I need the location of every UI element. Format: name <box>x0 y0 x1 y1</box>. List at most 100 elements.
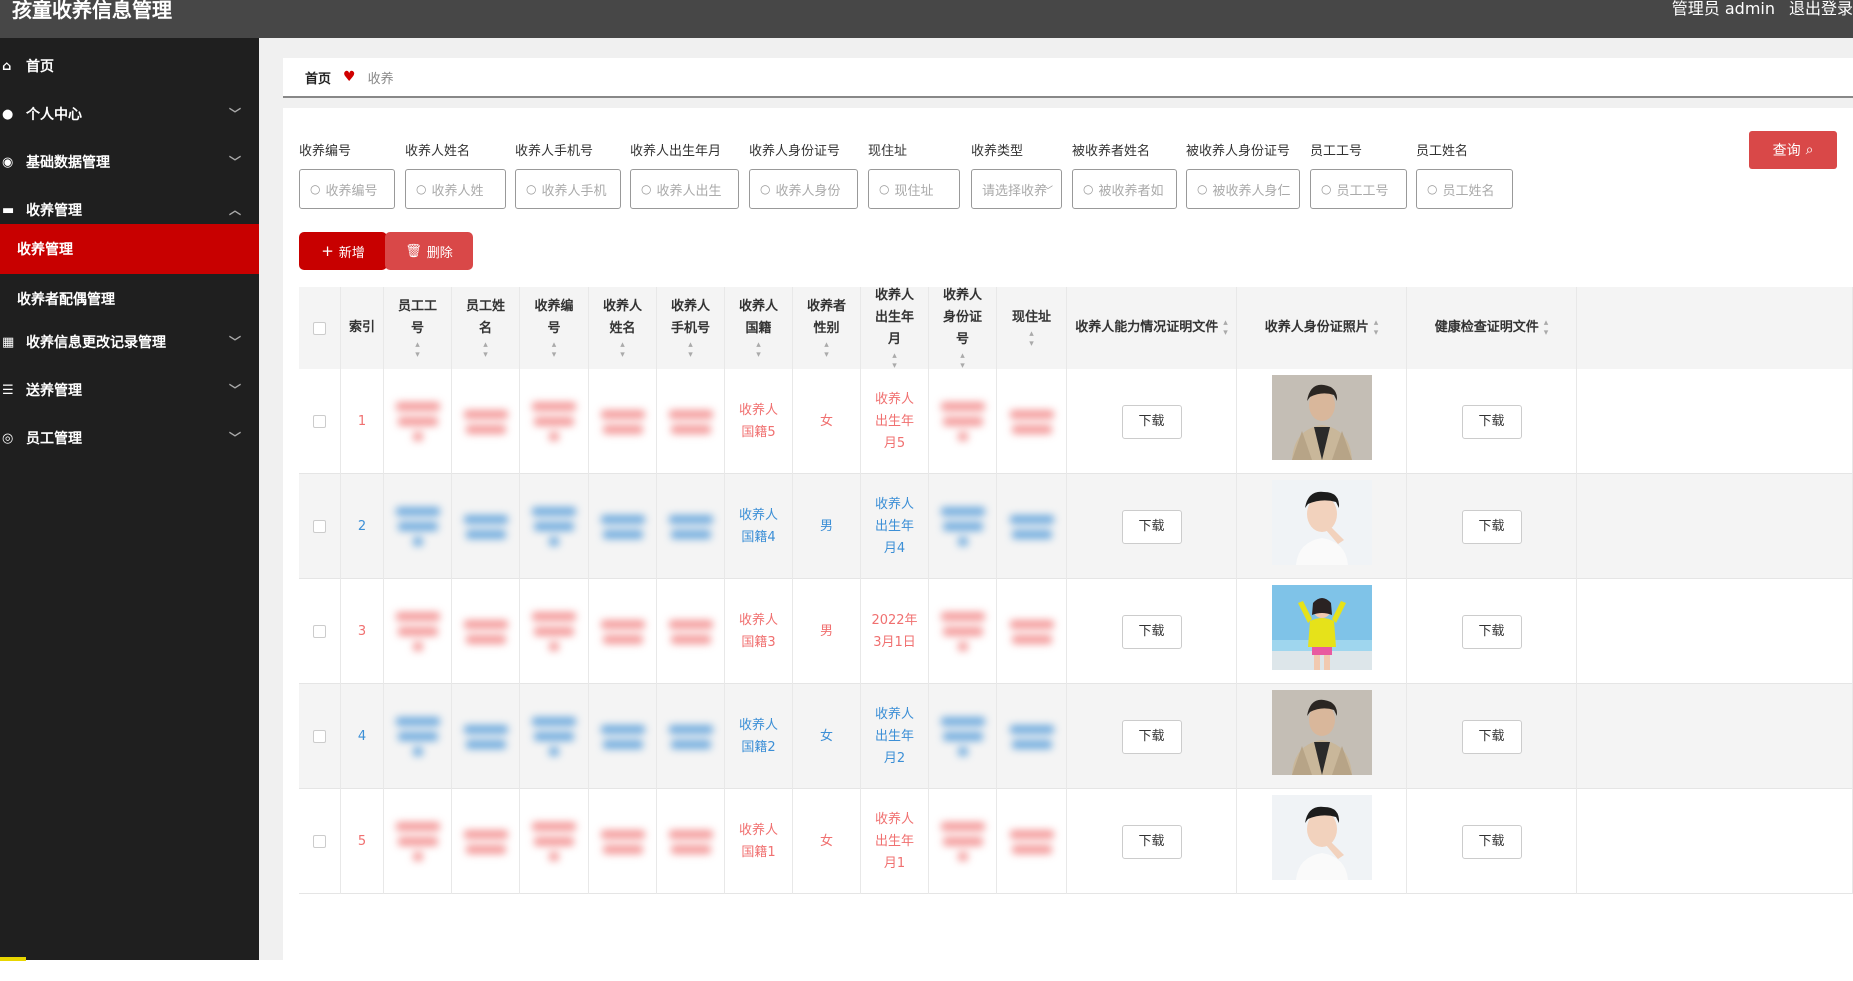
sort-icon[interactable]: ▴ ▾ <box>688 340 693 360</box>
sort-icon[interactable]: ▴ ▾ <box>620 340 625 360</box>
column-header-label: 收养人身份证照片 <box>1264 320 1369 335</box>
column-header[interactable]: 收养人手机号 ▴ ▾ <box>657 287 725 369</box>
search-label: 被收养人身份证号 <box>1186 144 1291 159</box>
cell-gender: 女 <box>793 789 861 894</box>
row-checkbox[interactable] <box>313 625 326 638</box>
column-header-label: 收养人出生年月 <box>874 288 914 347</box>
redacted-value <box>600 614 645 650</box>
user-icon: ● <box>2 106 14 122</box>
column-header[interactable]: 收养人身份证号 ▴ ▾ <box>929 287 997 371</box>
sort-icon[interactable]: ▴ ▾ <box>552 340 557 360</box>
sidebar-item-staff[interactable]: ◎ 员工管理 ﹀ <box>0 410 259 466</box>
redacted-value <box>463 404 508 440</box>
download-button[interactable]: 下载 <box>1121 404 1182 439</box>
cell-redacted <box>384 474 452 579</box>
search-input[interactable]: ○ 收养人姓 <box>405 169 506 209</box>
delete-button[interactable]: 🗑 删除 <box>385 232 473 270</box>
column-header[interactable]: 收养编号 ▴ ▾ <box>520 287 589 369</box>
cell-empty <box>1577 474 1853 579</box>
search-input[interactable]: ○ 员工工号 <box>1310 169 1407 209</box>
id-photo[interactable] <box>1271 480 1372 573</box>
table-row[interactable]: 3 收养人国籍3 男 2022年3月1日 下载 下载 <box>299 579 1853 684</box>
column-header-label: 索引 <box>348 320 375 335</box>
cell-id-photo <box>1237 789 1407 894</box>
column-header[interactable]: 现住址 ▴ ▾ <box>997 287 1067 369</box>
cell-nationality: 收养人国籍1 <box>725 789 793 894</box>
redacted-value <box>668 404 713 440</box>
column-header[interactable]: 收养者性别 ▴ ▾ <box>793 287 861 369</box>
column-header-label: 员工工号 <box>397 299 437 336</box>
sort-icon[interactable]: ▴ ▾ <box>960 351 965 371</box>
download-button[interactable]: 下载 <box>1121 719 1182 754</box>
logout-link[interactable]: 退出登录 <box>1789 0 1853 18</box>
download-button[interactable]: 下载 <box>1461 404 1522 439</box>
column-header[interactable]: 索引 <box>341 287 384 369</box>
sort-icon[interactable]: ▴ ▾ <box>824 340 829 360</box>
table-row[interactable]: 1 收养人国籍5 女收养人出生年月5 下载 下载 <box>299 369 1853 474</box>
redacted-value <box>395 816 440 867</box>
column-header[interactable]: 收养人出生年月 ▴ ▾ <box>861 287 929 371</box>
sort-icon[interactable]: ▴ ▾ <box>1544 318 1549 338</box>
table-row[interactable]: 4 收养人国籍2 女收养人出生年月2 下载 下载 <box>299 684 1853 789</box>
cell-id-photo <box>1237 684 1407 789</box>
column-header[interactable]: 收养人身份证照片 ▴ ▾ <box>1237 287 1407 369</box>
column-header[interactable]: 员工姓名 ▴ ▾ <box>452 287 520 369</box>
search-input[interactable]: ○ 收养人手机 <box>515 169 621 209</box>
chevron-down-icon: ﹀ <box>1043 186 1053 197</box>
search-label: 员工姓名 <box>1416 144 1469 159</box>
breadcrumb-home[interactable]: 首页 <box>305 68 331 87</box>
sort-icon[interactable]: ▴ ▾ <box>892 351 897 371</box>
search-input[interactable]: ○ 收养编号 <box>299 169 395 209</box>
column-header-actions <box>1577 287 1853 369</box>
download-button[interactable]: 下载 <box>1121 509 1182 544</box>
id-photo[interactable] <box>1271 375 1372 468</box>
column-header[interactable]: 收养人姓名 ▴ ▾ <box>589 287 657 369</box>
row-checkbox[interactable] <box>313 835 326 848</box>
column-header[interactable]: 员工工号 ▴ ▾ <box>384 287 452 369</box>
column-header-label: 收养人国籍 <box>738 299 778 336</box>
column-header[interactable]: 收养人能力情况证明文件 ▴ ▾ <box>1067 287 1237 369</box>
row-checkbox[interactable] <box>313 415 326 428</box>
column-header[interactable]: 健康检查证明文件 ▴ ▾ <box>1407 287 1577 369</box>
column-header[interactable]: 收养人国籍 ▴ ▾ <box>725 287 793 369</box>
cell-redacted <box>657 789 725 894</box>
table-row[interactable]: 5 收养人国籍1 女收养人出生年月1 下载 下载 <box>299 789 1853 894</box>
id-photo[interactable] <box>1271 795 1372 888</box>
download-button[interactable]: 下载 <box>1121 614 1182 649</box>
id-photo[interactable] <box>1271 690 1372 783</box>
query-button[interactable]: 查询 ⌕ <box>1749 131 1837 169</box>
download-button[interactable]: 下载 <box>1461 719 1522 754</box>
add-button[interactable]: + 新增 <box>299 232 387 270</box>
cell-redacted <box>657 369 725 474</box>
search-input[interactable]: ○ 收养人出生 <box>630 169 739 209</box>
select-all-checkbox[interactable] <box>313 321 326 335</box>
search-input[interactable]: ○ 被收养人身仁 <box>1186 169 1300 209</box>
sidebar-subitem-adoption-management[interactable]: 收养管理 <box>0 224 259 274</box>
download-button[interactable]: 下载 <box>1121 824 1182 859</box>
download-button[interactable]: 下载 <box>1461 824 1522 859</box>
cell-index: 3 <box>341 579 384 684</box>
heart-icon: ♥ <box>343 69 356 85</box>
search-input[interactable]: ○ 被收养者如 <box>1072 169 1177 209</box>
search-input[interactable]: ○ 收养人身份 <box>749 169 858 209</box>
search-input[interactable]: ○ 员工姓名 <box>1416 169 1513 209</box>
search-icon: ○ <box>416 182 427 196</box>
download-button[interactable]: 下载 <box>1461 614 1522 649</box>
row-checkbox[interactable] <box>313 730 326 743</box>
search-input[interactable]: ○ 现住址 <box>868 169 960 209</box>
row-checkbox[interactable] <box>313 520 326 533</box>
column-header-label: 收养人姓名 <box>602 299 642 336</box>
sort-icon[interactable]: ▴ ▾ <box>1223 318 1228 338</box>
cell-gender: 男 <box>793 579 861 684</box>
sort-icon[interactable]: ▴ ▾ <box>1374 318 1379 338</box>
adoption-type-select[interactable]: 请选择收养 ﹀ <box>971 169 1062 209</box>
sort-icon[interactable]: ▴ ▾ <box>483 340 488 360</box>
id-photo[interactable] <box>1271 585 1372 678</box>
table-row[interactable]: 2 收养人国籍4 男收养人出生年月4 下载 下载 <box>299 474 1853 579</box>
sort-icon[interactable]: ▴ ▾ <box>756 340 761 360</box>
cell-index: 2 <box>341 474 384 579</box>
sort-icon[interactable]: ▴ ▾ <box>1029 329 1034 349</box>
search-icon: ○ <box>879 182 890 196</box>
sort-icon[interactable]: ▴ ▾ <box>415 340 420 360</box>
download-button[interactable]: 下载 <box>1461 509 1522 544</box>
